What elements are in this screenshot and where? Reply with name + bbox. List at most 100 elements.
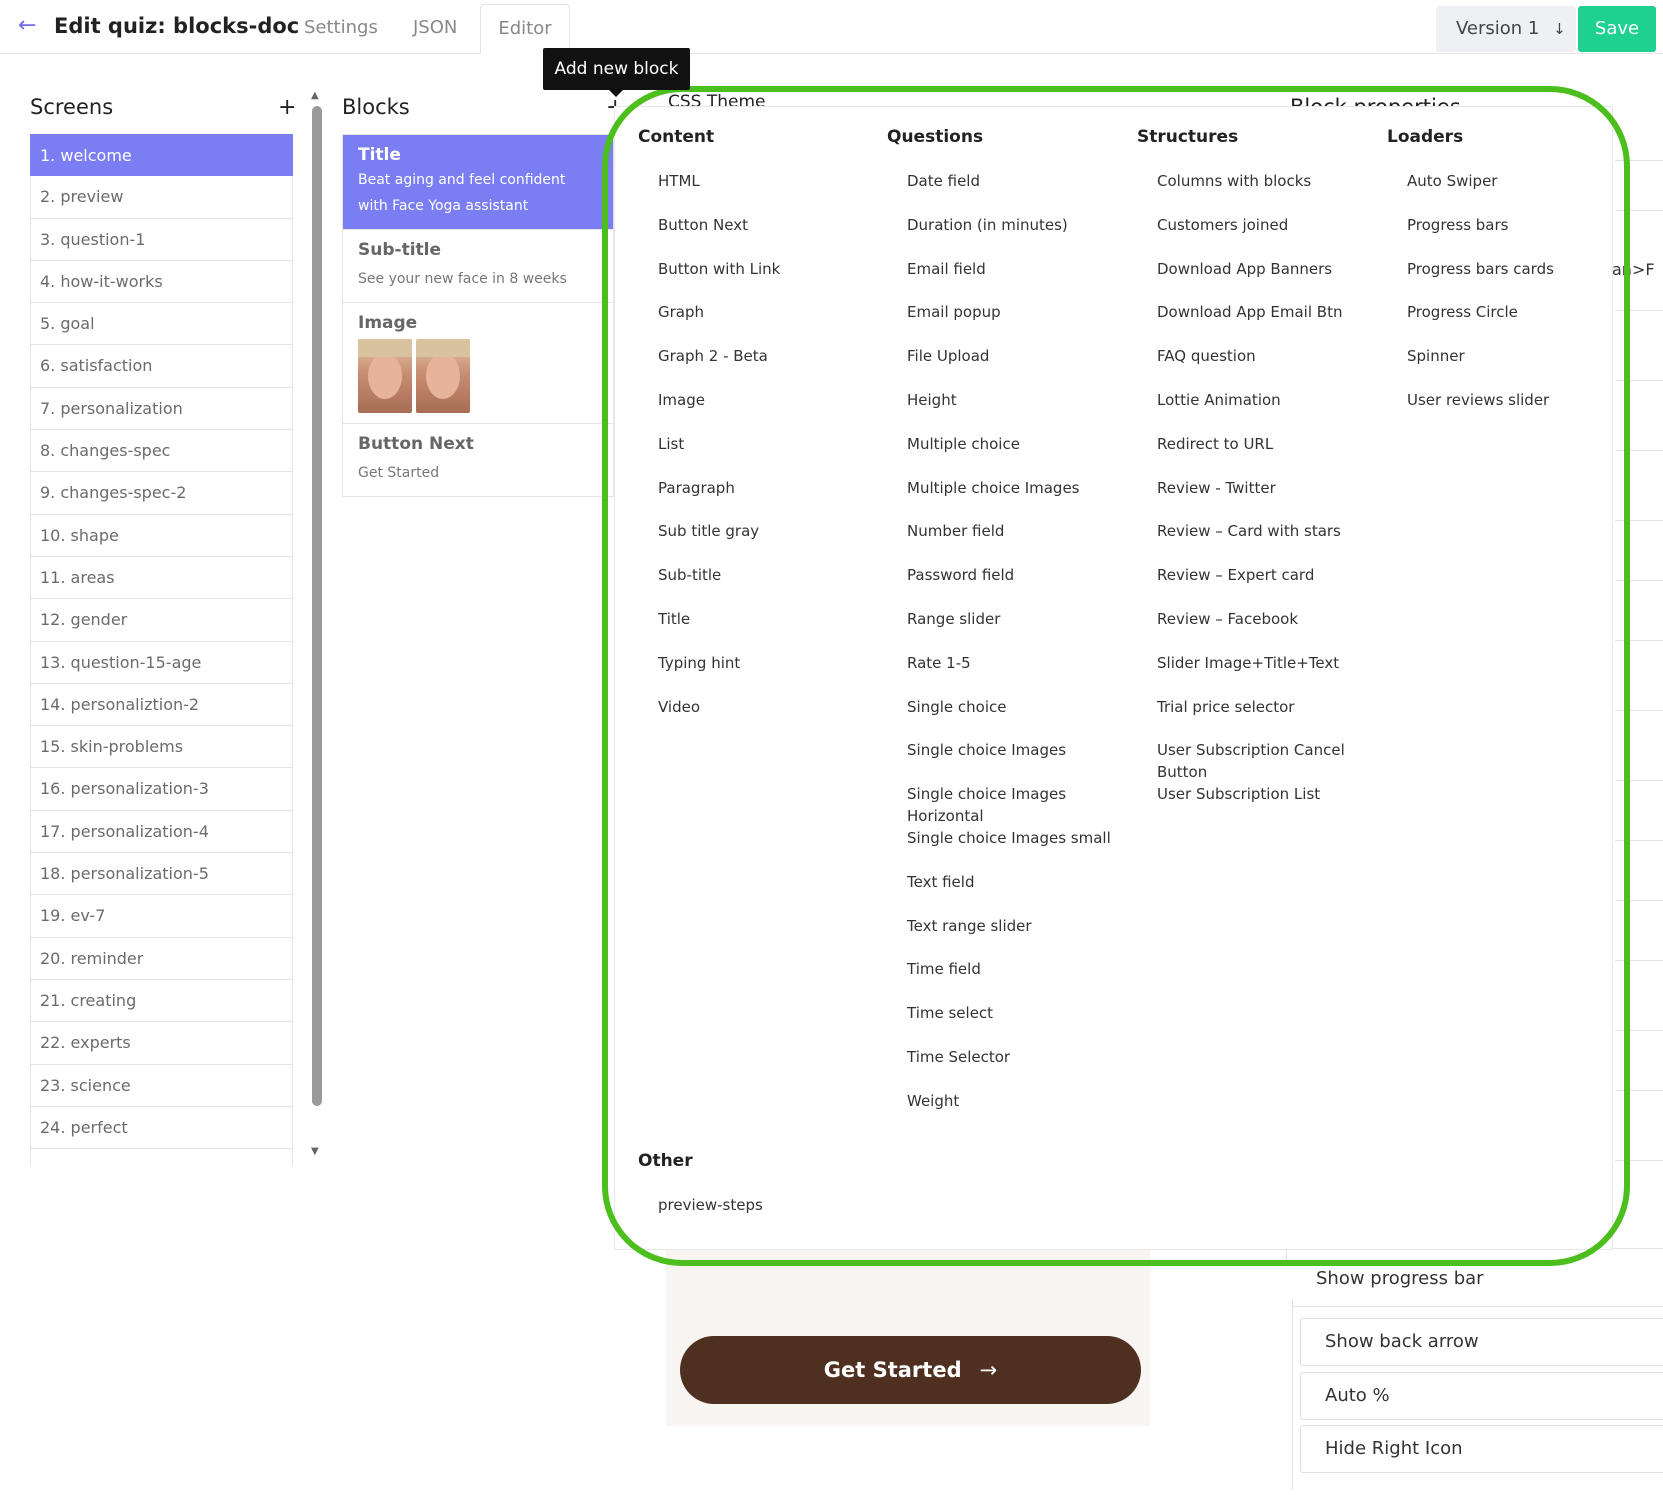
block-option[interactable]: Rate 1-5 <box>887 652 1137 696</box>
block-option[interactable]: Single choice Images Horizontal <box>887 783 1137 827</box>
block-option[interactable]: Sub title gray <box>638 520 888 564</box>
tab-editor[interactable]: Editor <box>480 4 570 54</box>
block-option[interactable]: Email popup <box>887 301 1137 345</box>
block-option[interactable]: Height <box>887 389 1137 433</box>
block-option[interactable]: Time select <box>887 1002 1137 1046</box>
block-option[interactable]: Review – Expert card <box>1137 564 1397 608</box>
block-option[interactable]: Redirect to URL <box>1137 433 1397 477</box>
screen-item[interactable]: 24. perfect <box>30 1106 293 1150</box>
screen-item[interactable]: 8. changes-spec <box>30 430 293 473</box>
scroll-thumb[interactable] <box>312 106 322 1106</box>
screen-item[interactable]: 19. ev-7 <box>30 895 293 938</box>
block-option[interactable]: Spinner <box>1387 345 1597 389</box>
block-option[interactable]: Time field <box>887 958 1137 1002</box>
block-option[interactable]: Image <box>638 389 888 433</box>
screen-item[interactable]: 2. preview <box>30 176 293 219</box>
screen-item[interactable]: 17. personalization-4 <box>30 810 293 854</box>
block-option[interactable]: FAQ question <box>1137 345 1397 389</box>
block-option[interactable]: Graph <box>638 301 888 345</box>
block-option[interactable]: Email field <box>887 258 1137 302</box>
screen-item[interactable]: 12. gender <box>30 599 293 642</box>
block-option[interactable]: Weight <box>887 1090 1137 1134</box>
screen-item[interactable]: 7. personalization <box>30 387 293 431</box>
screen-item[interactable]: 11. areas <box>30 556 293 600</box>
version-select[interactable]: Version 1 ↓ <box>1436 6 1576 52</box>
block-option[interactable]: Single choice Images <box>887 739 1137 783</box>
block-option[interactable]: Review – Card with stars <box>1137 520 1397 564</box>
block-item-title[interactable]: Title Beat aging and feel confident with… <box>343 135 613 230</box>
block-option[interactable]: Button with Link <box>638 258 888 302</box>
screen-item[interactable]: 22. experts <box>30 1022 293 1065</box>
block-option[interactable]: Review - Twitter <box>1137 477 1397 521</box>
block-option[interactable]: Password field <box>887 564 1137 608</box>
block-option[interactable]: Graph 2 - Beta <box>638 345 888 389</box>
screen-item[interactable]: 1. welcome <box>30 134 293 177</box>
block-option[interactable]: Date field <box>887 170 1137 214</box>
screen-item-partial[interactable] <box>30 1149 293 1166</box>
block-option[interactable]: Title <box>638 608 888 652</box>
auto-percent-option[interactable]: Auto % <box>1300 1372 1663 1420</box>
block-option[interactable]: Review – Facebook <box>1137 608 1397 652</box>
screen-item[interactable]: 18. personalization-5 <box>30 853 293 896</box>
get-started-button[interactable]: Get Started → <box>680 1336 1141 1404</box>
screen-item[interactable]: 20. reminder <box>30 937 293 980</box>
screen-item[interactable]: 21. creating <box>30 979 293 1023</box>
block-option[interactable]: Text range slider <box>887 915 1137 959</box>
block-option[interactable]: Paragraph <box>638 477 888 521</box>
block-option[interactable]: Lottie Animation <box>1137 389 1397 433</box>
show-back-arrow-option[interactable]: Show back arrow <box>1300 1318 1663 1366</box>
scroll-down-icon[interactable]: ▼ <box>311 1146 319 1157</box>
block-option[interactable]: Button Next <box>638 214 888 258</box>
screen-item[interactable]: 6. satisfaction <box>30 345 293 388</box>
screen-item[interactable]: 13. question-15-age <box>30 641 293 684</box>
block-option[interactable]: Text field <box>887 871 1137 915</box>
tab-settings[interactable]: Settings <box>304 17 378 38</box>
block-option[interactable]: Video <box>638 696 888 740</box>
screens-scrollbar[interactable]: ▲ ▼ <box>311 90 323 1160</box>
screen-item[interactable]: 9. changes-spec-2 <box>30 472 293 515</box>
block-option[interactable]: Duration (in minutes) <box>887 214 1137 258</box>
block-option[interactable]: preview-steps <box>638 1194 888 1238</box>
block-option[interactable]: Columns with blocks <box>1137 170 1397 214</box>
screen-item[interactable]: 16. personalization-3 <box>30 768 293 811</box>
block-option[interactable]: List <box>638 433 888 477</box>
block-option[interactable]: Progress Circle <box>1387 301 1597 345</box>
block-option[interactable]: Sub-title <box>638 564 888 608</box>
block-option[interactable]: File Upload <box>887 345 1137 389</box>
save-button[interactable]: Save <box>1578 6 1656 52</box>
screen-item[interactable]: 3. question-1 <box>30 218 293 261</box>
scroll-up-icon[interactable]: ▲ <box>311 90 319 101</box>
block-option[interactable]: Slider Image+Title+Text <box>1137 652 1397 696</box>
block-option[interactable]: Time Selector <box>887 1046 1137 1090</box>
block-option[interactable]: Download App Email Btn <box>1137 301 1397 345</box>
screen-item[interactable]: 5. goal <box>30 303 293 346</box>
block-item-subtitle[interactable]: Sub-title See your new face in 8 weeks <box>343 230 613 303</box>
block-option[interactable]: Auto Swiper <box>1387 170 1597 214</box>
block-option[interactable]: HTML <box>638 170 888 214</box>
block-option[interactable]: Download App Banners <box>1137 258 1397 302</box>
block-item-image[interactable]: Image <box>343 303 613 424</box>
hide-right-icon-option[interactable]: Hide Right Icon <box>1300 1425 1663 1473</box>
arrow-left-icon[interactable]: ← <box>18 14 42 38</box>
block-option[interactable]: Trial price selector <box>1137 696 1397 740</box>
block-option[interactable]: Progress bars <box>1387 214 1597 258</box>
block-option[interactable]: Range slider <box>887 608 1137 652</box>
block-option[interactable]: Single choice <box>887 696 1137 740</box>
block-option[interactable]: User Subscription Cancel Button <box>1137 739 1397 783</box>
block-option[interactable]: Progress bars cards <box>1387 258 1597 302</box>
screen-item[interactable]: 14. personaliztion-2 <box>30 683 293 727</box>
block-option[interactable]: Multiple choice <box>887 433 1137 477</box>
block-option[interactable]: Number field <box>887 520 1137 564</box>
screen-item[interactable]: 10. shape <box>30 514 293 557</box>
screen-item[interactable]: 15. skin-problems <box>30 726 293 769</box>
screen-item[interactable]: 23. science <box>30 1064 293 1107</box>
block-item-button-next[interactable]: Button Next Get Started <box>343 424 613 496</box>
show-progress-bar-option[interactable]: Show progress bar <box>1292 1256 1655 1304</box>
block-option[interactable]: Multiple choice Images <box>887 477 1137 521</box>
block-option[interactable]: User Subscription List <box>1137 783 1397 827</box>
add-screen-button[interactable]: + <box>278 95 296 120</box>
block-option[interactable]: User reviews slider <box>1387 389 1597 433</box>
block-option[interactable]: Typing hint <box>638 652 888 696</box>
block-option[interactable]: Customers joined <box>1137 214 1397 258</box>
tab-json[interactable]: JSON <box>413 17 457 38</box>
